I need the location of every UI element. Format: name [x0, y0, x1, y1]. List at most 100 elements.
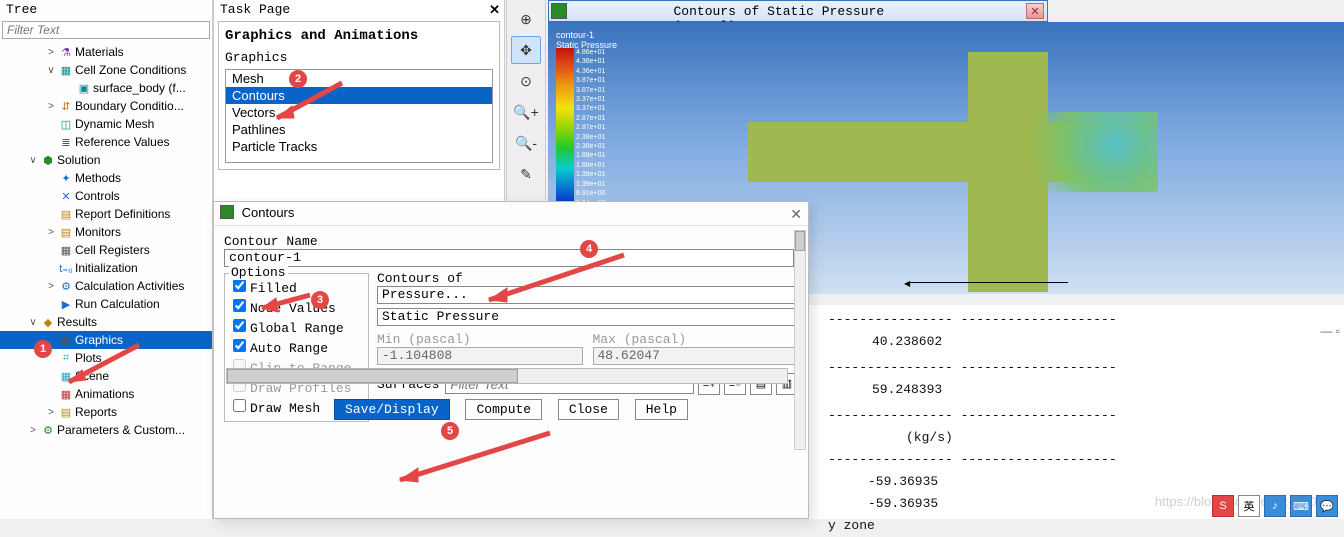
ime-lang-icon[interactable]: 英 [1238, 495, 1260, 517]
annotation-arrow-2 [262, 78, 352, 128]
view-toolbar: ⊕✥⊙🔍+🔍-✎⋯ [506, 0, 546, 200]
tree-item[interactable]: ✕Controls [0, 187, 212, 205]
render-window-icon [551, 3, 567, 19]
tree-toggle-icon[interactable]: > [44, 227, 58, 238]
tree-node-icon: ▦ [58, 63, 74, 77]
view-toolbar-button[interactable]: 🔍- [511, 129, 541, 157]
tree-item[interactable]: >⇵Boundary Conditio... [0, 97, 212, 115]
tree-node-icon: ⚙ [40, 423, 56, 437]
compute-button[interactable]: Compute [465, 399, 542, 420]
dialog-vscrollbar[interactable] [794, 230, 806, 450]
legend-tick: 2.38e+01 [576, 133, 605, 142]
tree-node-icon: ▤ [58, 207, 74, 221]
view-toolbar-button[interactable]: ⊕ [511, 5, 541, 33]
tree-node-icon: ✕ [58, 189, 74, 203]
dialog-hscroll-thumb[interactable] [227, 369, 518, 383]
tree-filter-input[interactable] [2, 21, 210, 39]
minimize-icon[interactable]: — ▫ [1320, 324, 1340, 338]
tree-item[interactable]: >▤Monitors [0, 223, 212, 241]
tree-item[interactable]: >▤Reports [0, 403, 212, 421]
tree-node-label: Cell Registers [75, 243, 150, 257]
options-legend: Options [229, 265, 288, 280]
render-window-close-button[interactable]: ✕ [1026, 3, 1044, 19]
filled-checkbox[interactable] [233, 279, 246, 292]
graphics-list-item[interactable]: Particle Tracks [226, 138, 492, 155]
global-range-checkbox[interactable] [233, 319, 246, 332]
annotation-bubble-2: 2 [289, 70, 307, 88]
tree-item[interactable]: ≣Reference Values [0, 133, 212, 151]
tree-node-label: Reports [75, 405, 117, 419]
tree-item[interactable]: ▣surface_body (f... [0, 79, 212, 97]
tree-node-icon: ⇵ [58, 99, 74, 113]
tree-node-icon: ⚙ [58, 279, 74, 293]
tree-node-icon: ◫ [58, 117, 74, 131]
view-toolbar-button[interactable]: ⊙ [511, 67, 541, 95]
tree-node-label: Parameters & Custom... [57, 423, 185, 437]
save-display-button[interactable]: Save/Display [334, 399, 450, 420]
ime-voice-icon[interactable]: ♪ [1264, 495, 1286, 517]
tree-item[interactable]: ✦Methods [0, 169, 212, 187]
dialog-close-button[interactable]: ✕ [790, 206, 802, 223]
tree-toggle-icon[interactable]: ∨ [44, 65, 58, 76]
dialog-titlebar[interactable]: Contours ✕ [214, 202, 808, 226]
tree-toggle-icon[interactable]: ∨ [26, 155, 40, 166]
console-line: 59.248393 [828, 379, 1324, 401]
task-page-panel: Task Page ✕ Graphics and Animations Grap… [213, 0, 505, 210]
close-button[interactable]: Close [558, 399, 619, 420]
ime-icon[interactable]: S [1212, 495, 1234, 517]
tree-toggle-icon[interactable]: > [44, 281, 58, 292]
tree-item[interactable]: ▤Report Definitions [0, 205, 212, 223]
tree-toggle-icon[interactable]: > [44, 407, 58, 418]
console-line: 40.238602 [828, 331, 1324, 353]
task-page-close-button[interactable]: ✕ [489, 2, 500, 18]
tree-toggle-icon[interactable]: ∨ [26, 317, 40, 328]
variable-sub-select[interactable]: Static Pressure [377, 308, 798, 326]
node-values-checkbox[interactable] [233, 299, 246, 312]
annotation-bubble-5: 5 [441, 422, 459, 440]
view-toolbar-button[interactable]: 🔍+ [511, 98, 541, 126]
tree-node-label: Monitors [75, 225, 121, 239]
tree-item[interactable]: ∨◆Results [0, 313, 212, 331]
annotation-bubble-4: 4 [580, 240, 598, 258]
console-output: ---------------- -------------------- 40… [808, 305, 1344, 519]
legend-tick: 2.87e+01 [576, 114, 605, 123]
task-heading: Graphics and Animations [225, 28, 493, 44]
view-toolbar-button[interactable]: ✎ [511, 160, 541, 188]
legend-tick: 3.87e+01 [576, 86, 605, 95]
option-auto-range[interactable]: Auto Range [229, 336, 364, 356]
dialog-vscroll-thumb[interactable] [795, 231, 805, 251]
tree-item[interactable]: ∨▦Cell Zone Conditions [0, 61, 212, 79]
tree-item[interactable]: ▶Run Calculation [0, 295, 212, 313]
tree-node-label: surface_body (f... [93, 81, 186, 95]
ime-keyboard-icon[interactable]: ⌨ [1290, 495, 1312, 517]
tree-toggle-icon[interactable]: > [44, 101, 58, 112]
tree-item[interactable]: >⚗Materials [0, 43, 212, 61]
annotation-arrow-3 [250, 280, 320, 320]
dialog-hscrollbar[interactable] [226, 368, 788, 384]
legend-tick: 3.87e+01 [576, 76, 605, 85]
tree-node-label: Run Calculation [75, 297, 160, 311]
view-toolbar-button[interactable]: ✥ [511, 36, 541, 64]
help-button[interactable]: Help [635, 399, 688, 420]
annotation-arrow-5 [380, 428, 560, 488]
ime-chat-icon[interactable]: 💬 [1316, 495, 1338, 517]
annotation-bubble-1: 1 [34, 340, 52, 358]
legend-tick: 3.37e+01 [576, 104, 605, 113]
tree-node-label: Initialization [75, 261, 138, 275]
tree-item[interactable]: >⚙Calculation Activities [0, 277, 212, 295]
tree-node-icon: ▤ [58, 405, 74, 419]
tree-toggle-icon[interactable]: > [26, 425, 40, 436]
legend-tick: 1.39e+01 [576, 180, 605, 189]
render-window-titlebar[interactable]: Contours of Static Pressure (pascal) ✕ [548, 0, 1048, 22]
auto-range-checkbox[interactable] [233, 339, 246, 352]
tree-item[interactable]: ∨⬢Solution [0, 151, 212, 169]
tree-node-label: Calculation Activities [75, 279, 184, 293]
tree-item[interactable]: ◫Dynamic Mesh [0, 115, 212, 133]
tree-item[interactable]: t₌₀Initialization [0, 259, 212, 277]
tree-toggle-icon[interactable]: > [44, 47, 58, 58]
tree-node-label: Reference Values [75, 135, 170, 149]
tree-node-icon: ⚗ [58, 45, 74, 59]
tree-item[interactable]: >⚙Parameters & Custom... [0, 421, 212, 439]
tree-item[interactable]: ▦Cell Registers [0, 241, 212, 259]
dialog-window-icon [220, 205, 234, 219]
